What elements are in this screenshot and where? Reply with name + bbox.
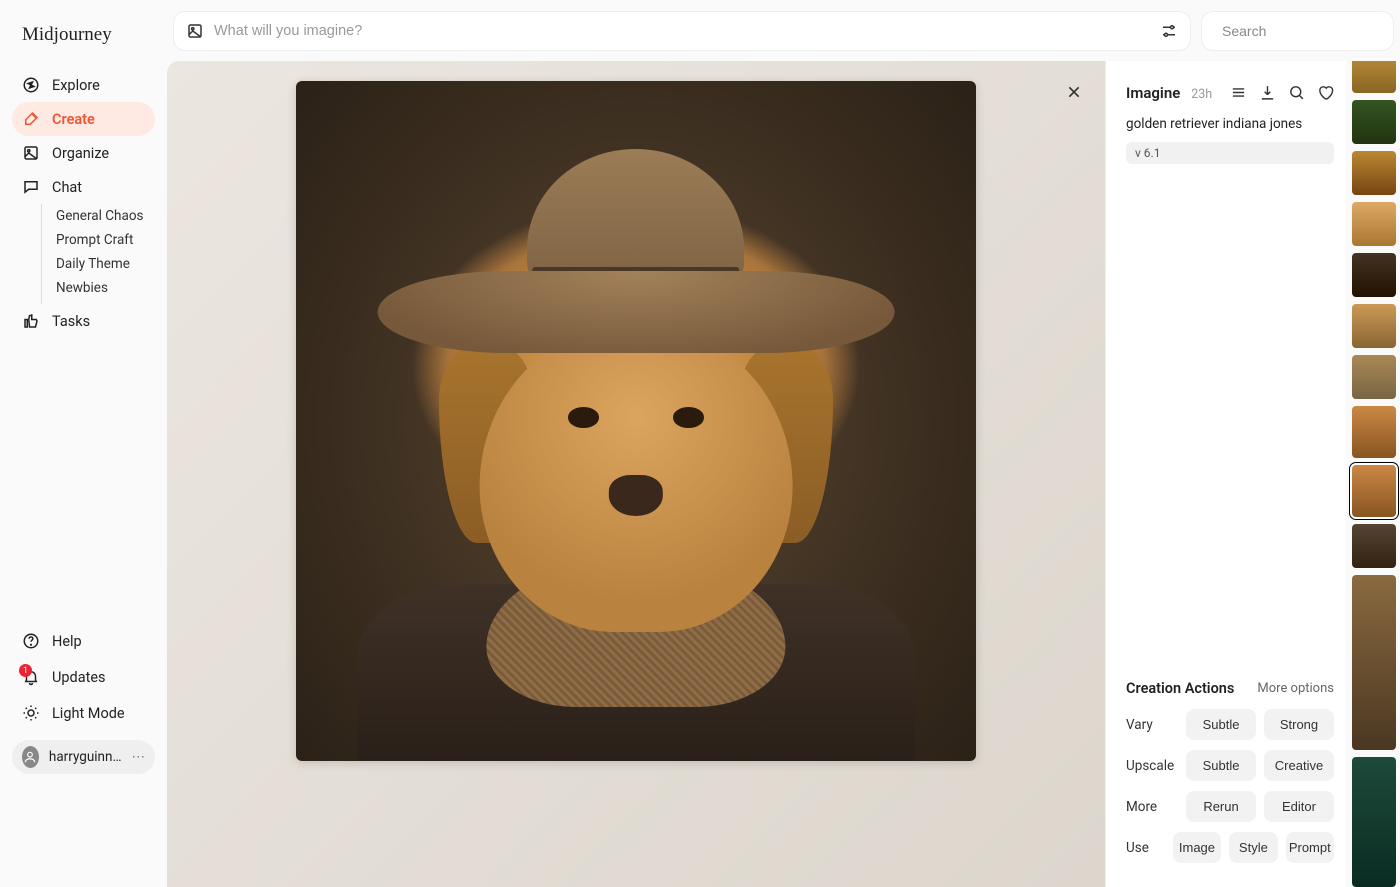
nav-lightmode-label: Light Mode [52,705,125,722]
thumbnail[interactable] [1352,355,1396,399]
use-image-button[interactable]: Image [1173,832,1221,863]
heart-icon[interactable] [1317,84,1334,101]
updates-badge: 1 [19,664,32,677]
user-chip[interactable]: harryguinn… ⋯ [12,740,155,774]
thumbnail-selected[interactable] [1352,465,1396,517]
use-prompt-button[interactable]: Prompt [1286,832,1334,863]
close-button[interactable] [1061,79,1087,105]
use-style-button[interactable]: Style [1229,832,1277,863]
generated-image[interactable] [296,81,976,761]
nav-tasks-label: Tasks [52,313,90,330]
upscale-subtle-button[interactable]: Subtle [1186,750,1256,781]
more-options-link[interactable]: More options [1257,681,1334,696]
action-label: Use [1126,840,1165,856]
chat-channel[interactable]: General Chaos [42,206,155,226]
chat-channels: General Chaos Prompt Craft Daily Theme N… [41,204,155,304]
action-row-use: Use Image Style Prompt [1126,832,1334,863]
chat-channel[interactable]: Daily Theme [42,254,155,274]
menu-icon[interactable] [1230,84,1247,101]
thumbnail[interactable] [1352,304,1396,348]
action-label: More [1126,799,1178,815]
thumbnail[interactable] [1352,406,1396,458]
main: Imagine 23h golden retriever indiana jon… [167,0,1400,790]
sidebar: Midjourney Explore Create Organize Chat … [0,0,167,790]
thumbnail[interactable] [1352,253,1396,297]
upscale-creative-button[interactable]: Creative [1264,750,1334,781]
thumbnail[interactable] [1352,202,1396,246]
close-icon [1066,84,1082,100]
rerun-button[interactable]: Rerun [1186,791,1256,822]
canvas-area [167,61,1105,887]
action-row-more: More Rerun Editor [1126,791,1334,822]
nav-organize-label: Organize [52,145,109,162]
app-logo: Midjourney [12,24,155,46]
vary-subtle-button[interactable]: Subtle [1186,709,1256,740]
nav-updates[interactable]: 1 Updates [12,660,155,694]
actions-title: Creation Actions [1126,680,1234,697]
details-title: Imagine [1126,84,1180,102]
chat-channel[interactable]: Newbies [42,278,155,298]
image-icon [186,22,204,40]
search-bar[interactable] [1201,11,1394,51]
action-label: Upscale [1126,758,1178,774]
chat-icon [22,178,40,196]
thumbnail[interactable] [1352,151,1396,195]
nav-updates-label: Updates [52,669,106,686]
thumbnail-strip [1346,61,1400,887]
chat-channel[interactable]: Prompt Craft [42,230,155,250]
help-icon [22,632,40,650]
sliders-icon[interactable] [1160,22,1178,40]
prompt-bar[interactable] [173,11,1191,51]
nav-chat-label: Chat [52,179,82,196]
compass-icon [22,76,40,94]
brush-icon [22,110,40,128]
action-row-vary: Vary Subtle Strong [1126,709,1334,740]
action-label: Vary [1126,717,1178,733]
sun-icon [22,704,40,722]
prompt-text: golden retriever indiana jones [1126,116,1334,132]
search-icon[interactable] [1288,84,1305,101]
nav-tasks[interactable]: Tasks [12,304,155,338]
nav-help-label: Help [52,633,82,650]
thumbnail[interactable] [1352,61,1396,93]
username-label: harryguinn… [49,749,122,765]
thumbnail[interactable] [1352,100,1396,144]
nav-create-label: Create [52,111,95,128]
editor-button[interactable]: Editor [1264,791,1334,822]
details-panel: Imagine 23h golden retriever indiana jon… [1105,61,1346,887]
nav-chat[interactable]: Chat [12,170,155,204]
nav-create[interactable]: Create [12,102,155,136]
user-avatar-icon [22,746,39,768]
nav-organize[interactable]: Organize [12,136,155,170]
thumbnail[interactable] [1352,575,1396,750]
details-time: 23h [1191,87,1212,102]
more-icon[interactable]: ⋯ [132,749,146,765]
vary-strong-button[interactable]: Strong [1264,709,1334,740]
thumbs-up-icon [22,312,40,330]
nav-explore-label: Explore [52,77,100,94]
nav-explore[interactable]: Explore [12,68,155,102]
search-input[interactable] [1222,23,1400,39]
prompt-input[interactable] [214,23,1160,39]
thumbnail[interactable] [1352,757,1396,887]
content: Imagine 23h golden retriever indiana jon… [167,61,1400,887]
action-row-upscale: Upscale Subtle Creative [1126,750,1334,781]
topbar [167,0,1400,61]
nav-help[interactable]: Help [12,624,155,658]
image-icon [22,144,40,162]
thumbnail[interactable] [1352,524,1396,568]
nav-lightmode[interactable]: Light Mode [12,696,155,730]
download-icon[interactable] [1259,84,1276,101]
version-chip[interactable]: v 6.1 [1126,142,1334,164]
